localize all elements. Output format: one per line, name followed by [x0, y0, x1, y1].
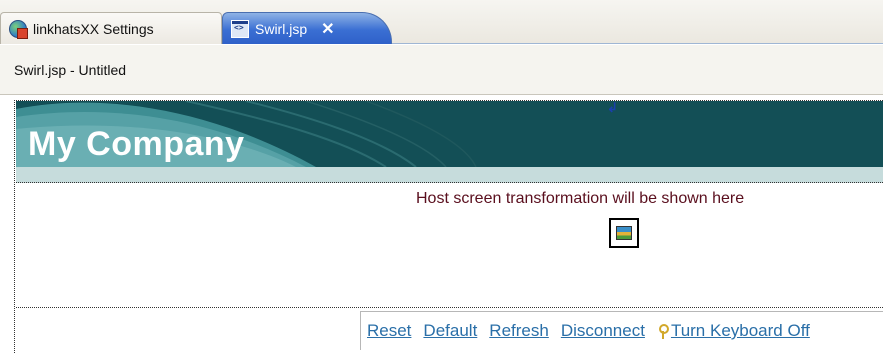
tab-label: linkhatsXX Settings: [33, 20, 154, 37]
editor-title: Swirl.jsp - Untitled: [14, 61, 127, 78]
company-title: My Company: [28, 125, 245, 163]
reset-link[interactable]: Reset: [367, 321, 411, 341]
banner-strip: [16, 167, 883, 183]
host-placeholder-text: Host screen transformation will be shown…: [416, 190, 745, 207]
tab-swirl-jsp[interactable]: Swirl.jsp ✕: [222, 12, 392, 44]
company-banner: My Company: [16, 101, 883, 167]
globe-settings-icon: [9, 19, 28, 39]
tab-linkhats-settings[interactable]: linkhatsXX Settings: [0, 12, 222, 44]
host-actions-bar: Reset Default Refresh Disconnect Turn Ke…: [360, 311, 883, 350]
content-separator: [16, 307, 883, 308]
editor-tab-bar: linkhatsXX Settings Swirl.jsp ✕: [0, 0, 883, 44]
turn-keyboard-off-link[interactable]: Turn Keyboard Off: [671, 321, 810, 341]
key-icon: [657, 323, 669, 339]
close-icon[interactable]: ✕: [321, 19, 334, 39]
default-link[interactable]: Default: [423, 321, 477, 341]
jsp-file-icon: [231, 19, 249, 38]
editor-title-bar: Swirl.jsp - Untitled: [0, 45, 883, 95]
refresh-link[interactable]: Refresh: [489, 321, 549, 341]
tab-label: Swirl.jsp: [255, 20, 308, 37]
enter-key-icon: ↲: [607, 100, 618, 115]
disconnect-link[interactable]: Disconnect: [561, 321, 645, 341]
host-screen-icon[interactable]: [609, 218, 639, 248]
